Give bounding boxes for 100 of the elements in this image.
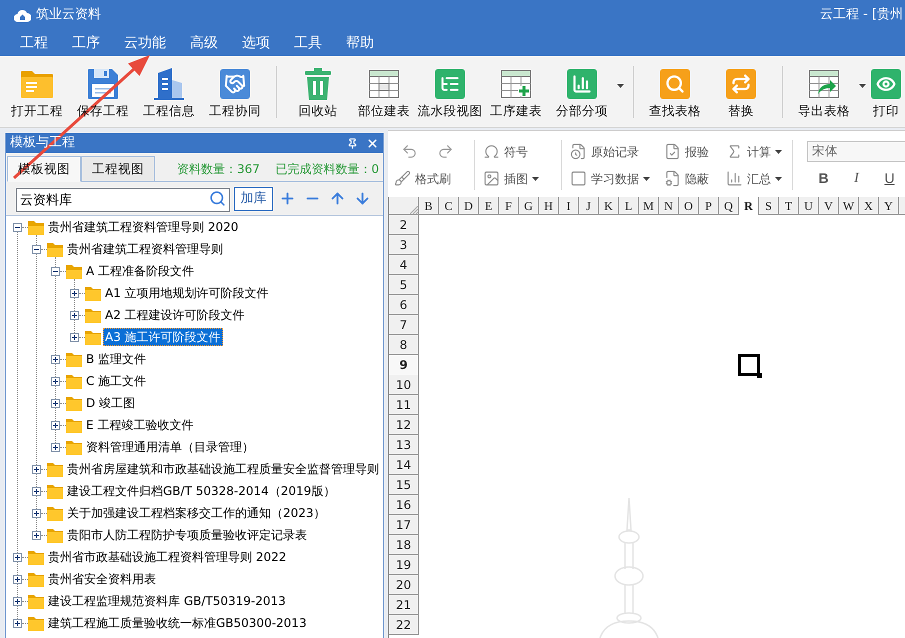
- format-button[interactable]: I: [840, 168, 873, 189]
- column-header[interactable]: U: [799, 197, 819, 215]
- font-field[interactable]: 宋体: [807, 141, 905, 162]
- plus-box-icon[interactable]: [51, 354, 60, 364]
- column-header[interactable]: J: [579, 197, 599, 215]
- tree-item[interactable]: 贵州省安全资料用表: [46, 570, 158, 588]
- tree-item[interactable]: 建设工程文件归档GB/T 50328-2014（2019版）: [65, 482, 338, 500]
- plus-box-icon[interactable]: [70, 288, 79, 298]
- minus-box-icon[interactable]: [13, 222, 22, 232]
- toolbar-button[interactable]: 工程信息: [136, 56, 202, 119]
- row-header[interactable]: 21: [389, 595, 419, 615]
- toolbar-button[interactable]: 部位建表: [351, 56, 417, 119]
- plus-box-icon[interactable]: [70, 332, 79, 342]
- toolbar-button[interactable]: 插图: [483, 170, 539, 187]
- column-header[interactable]: I: [559, 197, 579, 215]
- tree-item[interactable]: 贵州省建筑工程资料管理导则: [65, 240, 225, 258]
- row-header[interactable]: 6: [389, 295, 419, 315]
- plus-box-icon[interactable]: [13, 618, 22, 628]
- column-header[interactable]: B: [419, 197, 439, 215]
- toolbar-button[interactable]: 回收站: [285, 56, 351, 119]
- row-header[interactable]: 22: [389, 615, 419, 635]
- toolbar-button[interactable]: 流水段视图: [417, 56, 483, 119]
- column-header[interactable]: Y: [879, 197, 899, 215]
- plus-box-icon[interactable]: [32, 530, 41, 540]
- row-header[interactable]: 15: [389, 475, 419, 495]
- column-header[interactable]: H: [539, 197, 559, 215]
- menu-item[interactable]: 工序: [60, 33, 112, 53]
- plus-box-icon[interactable]: [51, 398, 60, 408]
- row-header[interactable]: 2: [389, 215, 419, 235]
- column-header[interactable]: T: [779, 197, 799, 215]
- tree-item[interactable]: 贵州省建筑工程资料管理导则 2020: [46, 218, 240, 236]
- menu-item[interactable]: 帮助: [334, 33, 386, 53]
- tree-item[interactable]: E 工程竣工验收文件: [84, 416, 196, 434]
- plus-box-icon[interactable]: [70, 310, 79, 320]
- tree-item[interactable]: 贵州省房屋建筑和市政基础设施工程质量安全监督管理导则: [65, 460, 381, 478]
- caret-icon[interactable]: [616, 84, 624, 88]
- column-header[interactable]: L: [619, 197, 639, 215]
- format-button[interactable]: B: [807, 168, 840, 189]
- plus-box-icon[interactable]: [32, 486, 41, 496]
- tree-item[interactable]: 资料管理通用清单（目录管理）: [84, 438, 256, 456]
- add-library-button[interactable]: 加库: [234, 186, 273, 210]
- menu-item[interactable]: 云功能: [112, 33, 178, 53]
- plus-box-icon[interactable]: [51, 376, 60, 386]
- column-header[interactable]: W: [839, 197, 859, 215]
- plus-box-icon[interactable]: [13, 552, 22, 562]
- toolbar-button[interactable]: 工序建表: [483, 56, 549, 119]
- column-header[interactable]: M: [639, 197, 659, 215]
- column-header[interactable]: N: [659, 197, 679, 215]
- plus-box-icon[interactable]: [13, 574, 22, 584]
- menu-item[interactable]: 工具: [282, 33, 334, 53]
- search-icon[interactable]: [209, 190, 226, 206]
- column-header[interactable]: O: [679, 197, 699, 215]
- column-header[interactable]: V: [819, 197, 839, 215]
- plus-box-icon[interactable]: [32, 464, 41, 474]
- close-icon[interactable]: [366, 136, 379, 150]
- move-down-icon[interactable]: [354, 190, 371, 207]
- redo-icon[interactable]: [436, 143, 454, 160]
- row-header[interactable]: 9: [389, 355, 419, 375]
- tree-item[interactable]: 建筑工程施工质量验收统一标准GB50300-2013: [46, 614, 309, 632]
- column-header[interactable]: P: [699, 197, 719, 215]
- toolbar-button[interactable]: 查找表格: [642, 56, 708, 119]
- toolbar-button[interactable]: 打开工程: [4, 56, 70, 119]
- format-button[interactable]: U: [873, 168, 905, 189]
- caret-icon[interactable]: [858, 84, 866, 88]
- column-header[interactable]: F: [499, 197, 519, 215]
- toolbar-button[interactable]: 打印: [867, 56, 905, 119]
- plus-box-icon[interactable]: [32, 508, 41, 518]
- toolbar-button[interactable]: 汇总: [726, 170, 782, 187]
- minus-box-icon[interactable]: [51, 266, 60, 276]
- plus-box-icon[interactable]: [51, 442, 60, 452]
- row-header[interactable]: 18: [389, 535, 419, 555]
- pin-icon[interactable]: [347, 138, 358, 148]
- row-header[interactable]: 12: [389, 415, 419, 435]
- tree-item[interactable]: D 竣工图: [84, 394, 138, 412]
- tree-item[interactable]: 贵州省市政基础设施工程资料管理导则 2022: [46, 548, 288, 566]
- toolbar-button[interactable]: 隐蔽: [664, 170, 709, 187]
- tab[interactable]: 工程视图: [81, 156, 155, 182]
- toolbar-button[interactable]: 学习数据: [570, 170, 650, 187]
- toolbar-button[interactable]: 报验: [664, 143, 709, 160]
- column-header[interactable]: C: [439, 197, 459, 215]
- row-header[interactable]: 13: [389, 435, 419, 455]
- minus-box-icon[interactable]: [32, 244, 41, 254]
- search-field[interactable]: 云资料库: [16, 188, 230, 212]
- toolbar-button[interactable]: 导出表格: [791, 56, 857, 119]
- menu-item[interactable]: 高级: [178, 33, 230, 53]
- tree-item[interactable]: 关于加强建设工程档案移交工作的通知（2023）: [65, 504, 328, 522]
- row-header[interactable]: 11: [389, 395, 419, 415]
- toolbar-button[interactable]: 原始记录: [570, 143, 639, 160]
- row-header[interactable]: 16: [389, 495, 419, 515]
- tree-item[interactable]: C 施工文件: [84, 372, 148, 390]
- column-header[interactable]: X: [859, 197, 879, 215]
- tree-item[interactable]: A1 立项用地规划许可阶段文件: [103, 284, 271, 302]
- toolbar-button[interactable]: 工程协同: [202, 56, 268, 119]
- row-header[interactable]: 4: [389, 255, 419, 275]
- tree-item[interactable]: A3 施工许可阶段文件: [103, 328, 223, 346]
- column-header[interactable]: G: [519, 197, 539, 215]
- row-header[interactable]: 8: [389, 335, 419, 355]
- toolbar-button[interactable]: 格式刷: [394, 170, 451, 187]
- menu-item[interactable]: 选项: [230, 33, 282, 53]
- plus-box-icon[interactable]: [13, 596, 22, 606]
